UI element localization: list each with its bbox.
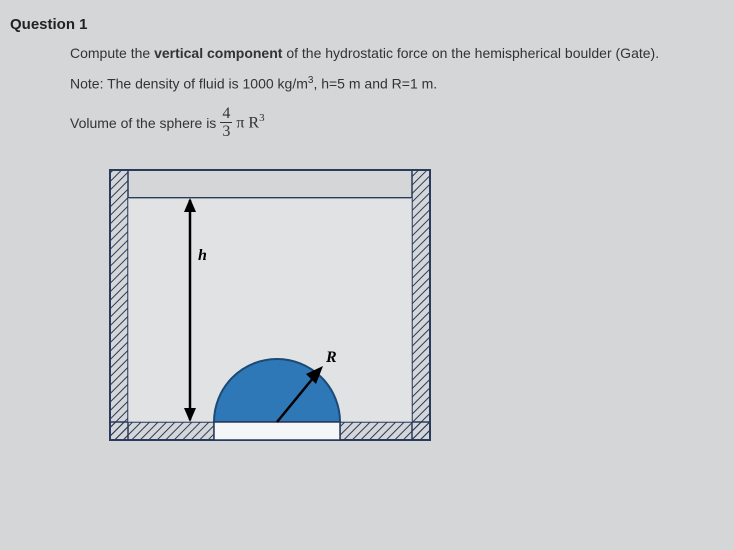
- fraction-num: 4: [220, 106, 232, 123]
- label-r: R: [325, 349, 337, 366]
- fraction: 4 3: [220, 106, 232, 140]
- prompt-bold: vertical component: [154, 45, 282, 61]
- label-h: h: [198, 247, 207, 264]
- prompt-after: of the hydrostatic force on the hemisphe…: [282, 45, 659, 61]
- tank-left-wall: [110, 170, 128, 440]
- question-prompt: Compute the vertical component of the hy…: [70, 45, 724, 61]
- volume-label: Volume of the sphere is: [70, 115, 216, 131]
- tank-diagram-svg: h R: [80, 160, 460, 460]
- question-note: Note: The density of fluid is 1000 kg/m3…: [70, 75, 724, 92]
- tank-bottom-right: [340, 422, 430, 440]
- bottom-gap: [214, 422, 340, 440]
- prompt-before: Compute the: [70, 45, 154, 61]
- formula-pi: π R: [236, 115, 259, 132]
- tank-bottom-left: [110, 422, 214, 440]
- formula-rest: π R3: [236, 112, 264, 132]
- question-number: Question 1: [10, 16, 724, 33]
- volume-formula: Volume of the sphere is 4 3 π R3: [70, 106, 724, 140]
- formula-exp: 3: [259, 112, 265, 124]
- tank-right-wall: [412, 170, 430, 440]
- note-mid: , h=5 m and R=1 m.: [313, 76, 437, 92]
- fraction-den: 3: [222, 123, 230, 140]
- note-before: Note: The density of fluid is 1000 kg/m: [70, 76, 308, 92]
- diagram: h R: [80, 160, 724, 465]
